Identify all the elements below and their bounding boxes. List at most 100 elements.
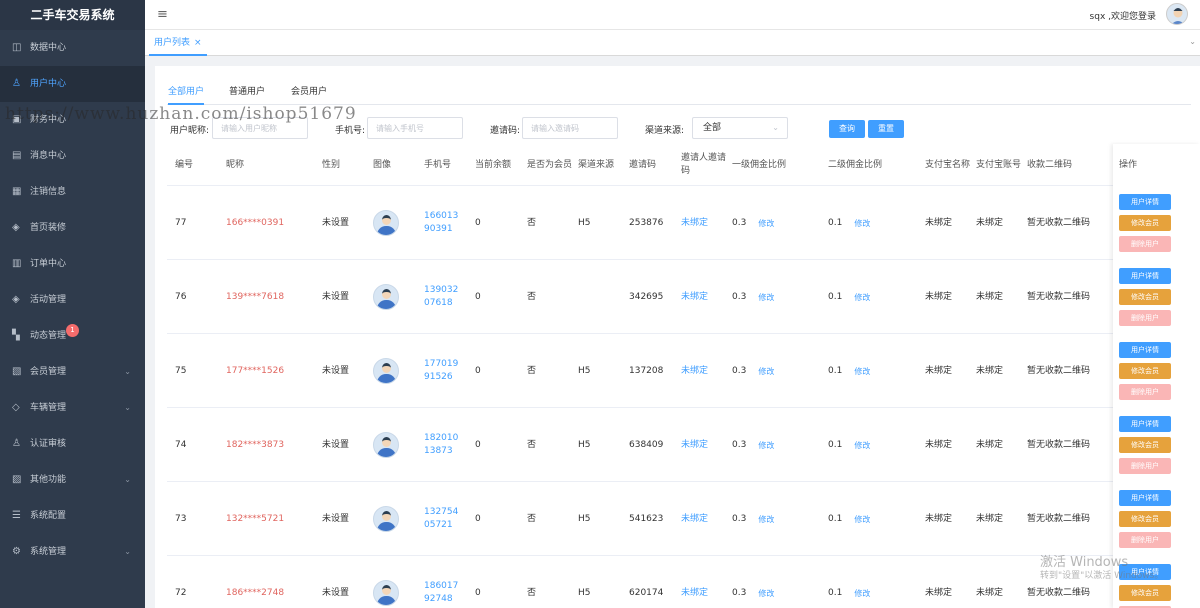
edit-member-button[interactable]: 修改会员 <box>1119 215 1171 231</box>
edit-link[interactable]: 修改 <box>758 587 774 600</box>
level1-commission-cell-text: 0.3 <box>732 513 747 524</box>
sidebar-item[interactable]: ◫ 数据中心 <box>0 30 145 66</box>
inviter-code-cell[interactable]: 未绑定 <box>681 186 727 260</box>
avatar[interactable] <box>373 284 399 310</box>
inviter-code-cell[interactable]: 未绑定 <box>681 482 727 556</box>
edit-member-button[interactable]: 修改会员 <box>1119 437 1171 453</box>
invite-input[interactable] <box>522 117 618 139</box>
document-icon: ▦ <box>12 186 22 197</box>
balance-cell: 0 <box>475 408 521 482</box>
hamburger-menu-icon[interactable]: ≡ <box>157 7 168 22</box>
sidebar-item[interactable]: ◈ 首页装修 <box>0 210 145 246</box>
inviter-code-cell-text[interactable]: 未绑定 <box>681 513 708 526</box>
gender-cell: 未设置 <box>322 408 366 482</box>
inviter-code-cell-text[interactable]: 未绑定 <box>681 365 708 378</box>
sidebar-item[interactable]: ▥ 订单中心 <box>0 246 145 282</box>
edit-link[interactable]: 修改 <box>758 217 774 230</box>
sidebar-item[interactable]: ◇ 车辆管理 ⌄ <box>0 390 145 426</box>
edit-link[interactable]: 修改 <box>854 365 870 378</box>
sidebar-item[interactable]: ☰ 系统配置 <box>0 498 145 534</box>
user-detail-button[interactable]: 用户详情 <box>1119 490 1171 506</box>
table-header-cell: 收款二维码 <box>1027 159 1073 170</box>
edit-member-button[interactable]: 修改会员 <box>1119 289 1171 305</box>
chevron-down-icon: ⌄ <box>124 475 131 484</box>
tab-normal-users[interactable]: 普通用户 <box>229 83 265 105</box>
balance-cell-text: 0 <box>475 587 481 598</box>
avatar[interactable] <box>373 210 399 236</box>
reset-button[interactable]: 重置 <box>868 120 904 138</box>
invite-code-cell-text: 638409 <box>629 439 664 450</box>
edit-member-button[interactable]: 修改会员 <box>1119 585 1171 601</box>
phone-cell-text: 16601390391 <box>424 211 459 234</box>
edit-link[interactable]: 修改 <box>758 513 774 526</box>
sidebar-item-label: 注销信息 <box>30 187 67 197</box>
edit-link[interactable]: 修改 <box>758 365 774 378</box>
user-avatar[interactable] <box>1166 3 1188 25</box>
user-id-cell-text: 73 <box>175 513 187 524</box>
user-detail-button[interactable]: 用户详情 <box>1119 194 1171 210</box>
inviter-code-cell-text[interactable]: 未绑定 <box>681 439 708 452</box>
sidebar-item-label: 动态管理 <box>30 331 67 341</box>
level2-commission-cell: 0.1 修改 <box>828 334 918 408</box>
close-icon[interactable]: × <box>194 38 202 48</box>
user-detail-button[interactable]: 用户详情 <box>1119 416 1171 432</box>
inviter-code-cell[interactable]: 未绑定 <box>681 260 727 334</box>
inviter-code-cell[interactable]: 未绑定 <box>681 556 727 608</box>
inviter-code-cell[interactable]: 未绑定 <box>681 408 727 482</box>
member-cell-text: 否 <box>527 291 537 302</box>
avatar[interactable] <box>373 580 399 606</box>
edit-member-button[interactable]: 修改会员 <box>1119 363 1171 379</box>
sidebar-item[interactable]: ♙ 认证审核 <box>0 426 145 462</box>
sidebar-item[interactable]: ▚ 动态管理 1 <box>0 318 145 354</box>
edit-link[interactable]: 修改 <box>854 291 870 304</box>
tab-user-list[interactable]: 用户列表 × <box>149 30 207 56</box>
channel-cell-text: H5 <box>578 439 591 450</box>
edit-link[interactable]: 修改 <box>854 217 870 230</box>
edit-link[interactable]: 修改 <box>758 439 774 452</box>
sidebar-item[interactable]: ⚙ 系统管理 ⌄ <box>0 534 145 570</box>
chevron-down-icon[interactable]: ⌄ <box>1189 37 1196 46</box>
sidebar-item[interactable]: ▨ 其他功能 ⌄ <box>0 462 145 498</box>
inviter-code-cell-text[interactable]: 未绑定 <box>681 217 708 230</box>
sidebar-item[interactable]: ▦ 注销信息 <box>0 174 145 210</box>
delete-user-button[interactable]: 删除用户 <box>1119 236 1171 252</box>
inviter-code-cell[interactable]: 未绑定 <box>681 334 727 408</box>
alipay-account-cell: 未绑定 <box>976 408 1022 482</box>
inviter-code-cell-text[interactable]: 未绑定 <box>681 291 708 304</box>
activate-windows-subtitle: 转到"设置"以激活 Windows。 <box>1040 571 1164 581</box>
delete-user-button[interactable]: 删除用户 <box>1119 458 1171 474</box>
table-header-cell: 邀请码 <box>629 159 657 170</box>
user-detail-button[interactable]: 用户详情 <box>1119 342 1171 358</box>
avatar[interactable] <box>373 358 399 384</box>
sidebar-item[interactable]: ♙ 用户中心 <box>0 66 145 102</box>
layers-icon: ◇ <box>12 402 20 413</box>
query-button[interactable]: 查询 <box>829 120 865 138</box>
tab-all-users[interactable]: 全部用户 <box>168 83 205 105</box>
edit-link[interactable]: 修改 <box>854 513 870 526</box>
user-id-cell: 73 <box>175 482 219 556</box>
delete-user-button[interactable]: 删除用户 <box>1119 310 1171 326</box>
delete-user-button[interactable]: 删除用户 <box>1119 384 1171 400</box>
edit-link[interactable]: 修改 <box>854 439 870 452</box>
phone-input[interactable] <box>367 117 463 139</box>
qrcode-cell-text: 暂无收款二维码 <box>1027 439 1091 450</box>
level1-commission-cell: 0.3 修改 <box>732 408 822 482</box>
invite-code-cell: 620174 <box>629 556 675 608</box>
tab-member-users[interactable]: 会员用户 <box>291 83 327 105</box>
sidebar-item[interactable]: ▧ 会员管理 ⌄ <box>0 354 145 390</box>
edit-link[interactable]: 修改 <box>758 291 774 304</box>
edit-member-button[interactable]: 修改会员 <box>1119 511 1171 527</box>
level2-commission-cell: 0.1 修改 <box>828 408 918 482</box>
sidebar-item[interactable]: ◈ 活动管理 <box>0 282 145 318</box>
nickname-cell-text: 166****0391 <box>226 217 285 228</box>
channel-select[interactable]: 全部 ⌄ <box>692 117 788 139</box>
delete-user-button[interactable]: 删除用户 <box>1119 532 1171 548</box>
avatar[interactable] <box>373 432 399 458</box>
sidebar-item[interactable]: ▤ 消息中心 <box>0 138 145 174</box>
inviter-code-cell-text[interactable]: 未绑定 <box>681 587 708 600</box>
user-detail-button[interactable]: 用户详情 <box>1119 268 1171 284</box>
edit-link[interactable]: 修改 <box>854 587 870 600</box>
avatar[interactable] <box>373 506 399 532</box>
qrcode-cell: 暂无收款二维码 <box>1027 334 1117 408</box>
level1-commission-cell: 0.3 修改 <box>732 186 822 260</box>
